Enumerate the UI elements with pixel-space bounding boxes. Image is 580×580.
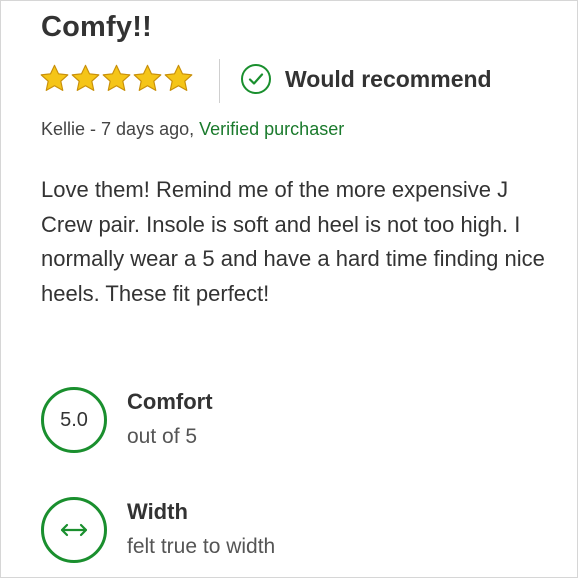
verified-purchaser-label: Verified purchaser <box>199 119 345 139</box>
star-icon <box>133 64 162 91</box>
star-icon <box>40 64 69 91</box>
check-circle-icon <box>241 64 271 94</box>
author-name: Kellie <box>41 119 86 139</box>
left-right-arrow-icon <box>41 497 107 563</box>
comfort-subtitle: out of 5 <box>127 425 198 448</box>
divider <box>219 59 220 103</box>
comfort-metric: 5.0 Comfort out of 5 <box>41 385 213 453</box>
review-body: Love them! Remind me of the more expensi… <box>41 177 545 306</box>
star-icon <box>102 64 131 91</box>
review-date: 7 days ago, <box>101 119 195 139</box>
comfort-score-circle: 5.0 <box>41 387 107 453</box>
star-icon <box>164 64 193 91</box>
review-card: Comfy!! Would recommend Kellie - 7 days … <box>0 0 578 578</box>
star-rating <box>39 63 194 94</box>
recommend-label: Would recommend <box>285 65 492 92</box>
star-icon <box>71 64 100 91</box>
review-title: Comfy!! <box>41 11 152 43</box>
would-recommend-badge: Would recommend <box>241 64 492 94</box>
comfort-title: Comfort <box>127 389 213 414</box>
meta-separator: - <box>85 119 102 139</box>
comfort-score: 5.0 <box>60 408 88 431</box>
width-subtitle: felt true to width <box>127 535 276 558</box>
width-title: Width <box>127 499 188 524</box>
review-meta: Kellie - 7 days ago, Verified purchaser <box>41 119 344 140</box>
width-metric: Width felt true to width <box>41 495 275 563</box>
